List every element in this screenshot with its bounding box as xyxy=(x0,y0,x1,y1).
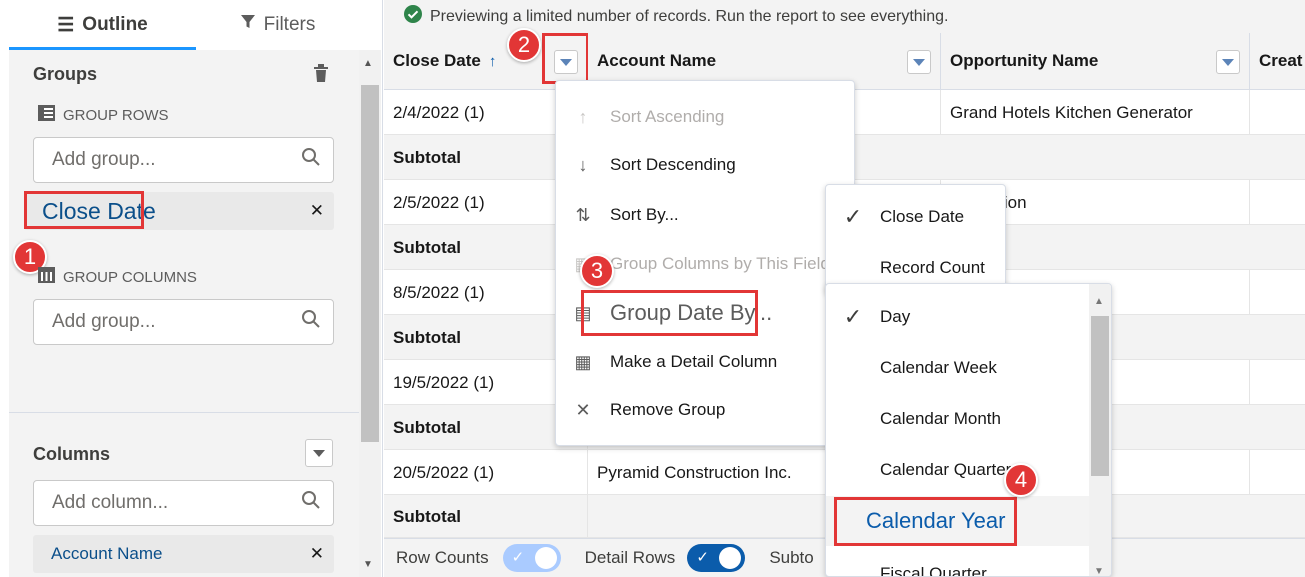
remove-group-icon[interactable]: ✕ xyxy=(310,201,324,221)
report-builder-panel: ☰ Outline Filters Groups GROUP ROWS Add g… xyxy=(0,0,383,577)
menu-item-remove-group[interactable]: ✕ Remove Group xyxy=(556,385,854,435)
submenu-scrollbar-thumb[interactable] xyxy=(1091,316,1109,476)
group-date-calendar-quarter[interactable]: Calendar Quarter xyxy=(826,445,1111,495)
remove-column-icon[interactable]: ✕ xyxy=(310,544,324,564)
group-date-fiscal-quarter[interactable]: Fiscal Quarter xyxy=(826,549,1111,576)
scroll-up-icon[interactable]: ▲ xyxy=(363,58,373,69)
list-icon: ☰ xyxy=(57,14,75,36)
check-icon: ✓ xyxy=(696,549,709,566)
check-icon: ✓ xyxy=(511,549,525,566)
close-icon: ✕ xyxy=(575,399,591,420)
annotation-box-1 xyxy=(24,191,144,229)
menu-item-sort-by[interactable]: ⇅Sort By... ▶ xyxy=(556,190,864,240)
menu-item-sort-descending[interactable]: ↓ Sort Descending xyxy=(556,140,854,190)
table-icon: ▦ xyxy=(574,351,592,372)
active-tab-indicator xyxy=(9,47,196,50)
scroll-up-icon[interactable]: ▲ xyxy=(1094,296,1104,307)
group-date-day[interactable]: ✓ Day xyxy=(826,292,1111,342)
header-opportunity-name[interactable]: Opportunity Name xyxy=(941,33,1250,90)
checkmark-icon: ✓ xyxy=(843,204,863,229)
row-counts-toggle[interactable]: ✓ xyxy=(502,544,561,572)
group-date-calendar-month[interactable]: Calendar Month xyxy=(826,394,1111,444)
sort-by-submenu: ✓ Close Date Record Count xyxy=(825,184,1006,294)
add-group-rows-input[interactable]: Add group... xyxy=(33,137,334,183)
columns-icon xyxy=(38,267,55,287)
annotation-box-4 xyxy=(834,497,1017,546)
columns-title: Columns xyxy=(33,444,111,464)
rows-icon xyxy=(38,105,55,125)
tab-outline[interactable]: ☰ Outline xyxy=(9,0,196,50)
step-badge-4: 4 xyxy=(1004,463,1038,497)
menu-item-make-detail-column[interactable]: ▦ Make a Detail Column xyxy=(556,337,854,387)
checkmark-icon: ✓ xyxy=(843,304,863,329)
account-name-column-menu-button[interactable] xyxy=(907,50,931,74)
column-item[interactable]: Account Name ✕ xyxy=(33,535,334,573)
annotation-box-2 xyxy=(542,33,589,84)
sort-icon: ⇅ xyxy=(575,204,591,225)
search-icon xyxy=(301,490,321,516)
search-icon xyxy=(301,309,321,335)
tab-filters[interactable]: Filters xyxy=(196,0,359,50)
columns-menu-button[interactable] xyxy=(305,439,333,467)
add-group-columns-input[interactable]: Add group... xyxy=(33,299,334,345)
group-columns-label: GROUP COLUMNS xyxy=(38,267,197,287)
header-created[interactable]: Creat xyxy=(1250,33,1305,90)
arrow-down-icon: ↓ xyxy=(578,154,588,175)
chevron-down-icon xyxy=(313,449,325,457)
chevron-down-icon xyxy=(913,58,925,66)
annotation-box-3 xyxy=(581,290,758,336)
step-badge-3: 3 xyxy=(580,254,614,288)
divider xyxy=(9,412,359,413)
arrow-up-icon: ↑ xyxy=(578,106,588,127)
search-icon xyxy=(301,147,321,173)
check-circle-icon xyxy=(404,5,422,28)
opportunity-name-column-menu-button[interactable] xyxy=(1216,50,1240,74)
chevron-down-icon xyxy=(1222,58,1234,66)
scrollbar-thumb[interactable] xyxy=(361,85,379,442)
groups-title: Groups xyxy=(33,64,98,84)
detail-rows-toggle[interactable]: ✓ xyxy=(687,544,746,572)
sort-by-close-date[interactable]: ✓ Close Date xyxy=(826,192,1005,242)
group-date-calendar-week[interactable]: Calendar Week xyxy=(826,343,1111,393)
menu-item-sort-ascending[interactable]: ↑ Sort Ascending xyxy=(556,92,854,142)
group-rows-label: GROUP ROWS xyxy=(38,105,169,125)
add-column-input[interactable]: Add column... xyxy=(33,480,334,526)
scroll-down-icon[interactable]: ▼ xyxy=(1094,566,1104,576)
filter-icon xyxy=(240,14,256,36)
scroll-down-icon[interactable]: ▼ xyxy=(363,559,373,570)
step-badge-2: 2 xyxy=(507,28,541,62)
trash-icon[interactable] xyxy=(313,64,329,87)
sort-arrow-up-icon: ↑ xyxy=(488,52,497,70)
